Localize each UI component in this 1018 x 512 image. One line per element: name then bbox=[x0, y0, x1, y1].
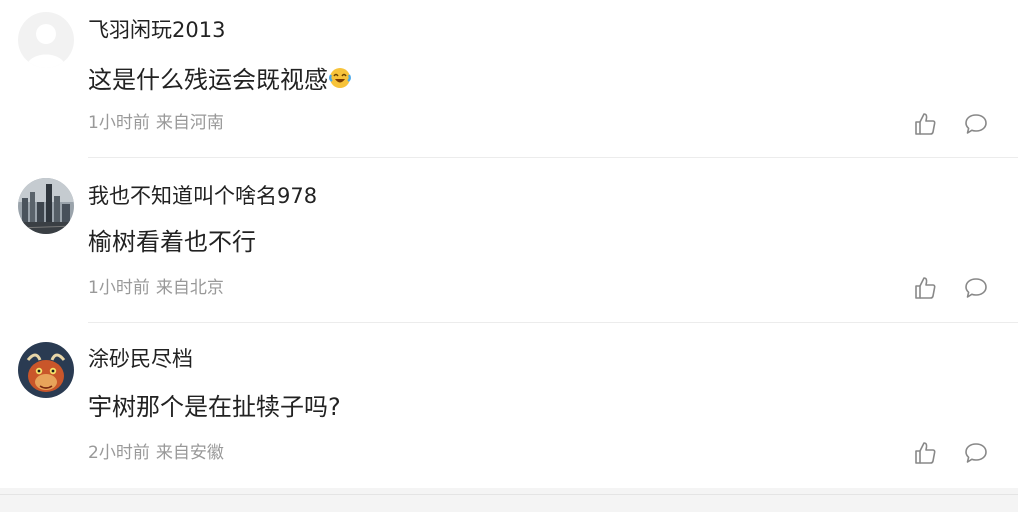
comment-location: 来自河南 bbox=[155, 113, 224, 133]
username[interactable]: 飞羽闲玩2013 bbox=[88, 20, 225, 41]
laughing-crying-emoji-icon bbox=[328, 66, 352, 90]
comment-divider bbox=[88, 322, 1018, 323]
speech-bubble-icon bbox=[965, 443, 987, 463]
username[interactable]: 涂砂民尽档 bbox=[88, 349, 193, 370]
comment-item: 我也不知道叫个啥名978 榆树看着也不行 1小时前 来自北京 bbox=[0, 165, 1018, 329]
comment-text: 这是什么残运会既视感 bbox=[88, 66, 352, 92]
like-button[interactable] bbox=[911, 110, 939, 138]
comment-list: 飞羽闲玩2013 这是什么残运会既视感 1小时前 来自河南 我也不知道叫个啥名9… bbox=[0, 0, 1018, 512]
reply-button[interactable] bbox=[962, 110, 990, 138]
comment-meta: 2小时前 来自安徽 bbox=[88, 445, 224, 462]
like-button[interactable] bbox=[911, 439, 939, 467]
list-bottom-divider bbox=[0, 494, 1018, 495]
comment-meta: 1小时前 来自河南 bbox=[88, 115, 224, 132]
comment-time: 1小时前 bbox=[88, 278, 150, 298]
comment-location: 来自安徽 bbox=[155, 443, 224, 463]
default-avatar-icon bbox=[18, 12, 74, 68]
like-button[interactable] bbox=[911, 274, 939, 302]
user-avatar[interactable] bbox=[18, 342, 74, 398]
thumbs-up-icon bbox=[915, 442, 936, 464]
list-bottom-band bbox=[0, 488, 1018, 512]
comment-divider bbox=[88, 157, 1018, 158]
dragon-avatar-icon bbox=[18, 342, 74, 398]
comment-item: 涂砂民尽档 宇树那个是在扯犊子吗? 2小时前 来自安徽 bbox=[0, 330, 1018, 494]
thumbs-up-icon bbox=[915, 113, 936, 135]
comment-time: 1小时前 bbox=[88, 113, 150, 133]
comment-text: 榆树看着也不行 bbox=[88, 230, 256, 254]
comment-meta: 1小时前 来自北京 bbox=[88, 280, 224, 297]
comment-text-body: 榆树看着也不行 bbox=[88, 228, 256, 256]
thumbs-up-icon bbox=[915, 277, 936, 299]
speech-bubble-icon bbox=[965, 114, 987, 134]
reply-button[interactable] bbox=[962, 439, 990, 467]
comment-item: 飞羽闲玩2013 这是什么残运会既视感 1小时前 来自河南 bbox=[0, 0, 1018, 164]
comment-text-body: 这是什么残运会既视感 bbox=[88, 66, 328, 94]
city-skyline-avatar-icon bbox=[18, 178, 74, 234]
comment-time: 2小时前 bbox=[88, 443, 150, 463]
comment-text: 宇树那个是在扯犊子吗? bbox=[88, 395, 341, 419]
reply-button[interactable] bbox=[962, 274, 990, 302]
comment-text-body: 宇树那个是在扯犊子吗? bbox=[88, 393, 341, 421]
username[interactable]: 我也不知道叫个啥名978 bbox=[88, 186, 317, 207]
user-avatar[interactable] bbox=[18, 178, 74, 234]
speech-bubble-icon bbox=[965, 278, 987, 298]
comment-location: 来自北京 bbox=[155, 278, 224, 298]
user-avatar[interactable] bbox=[18, 12, 74, 68]
